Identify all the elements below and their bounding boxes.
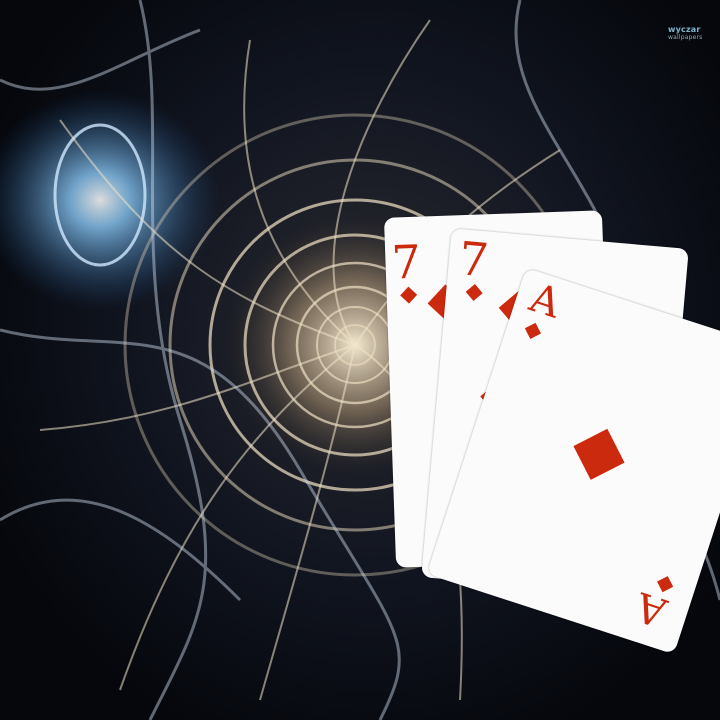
- card-rank: 7: [456, 231, 491, 288]
- wallpaper-watermark-logo: wyczar wallpapers: [668, 26, 703, 42]
- watermark-brand: wyczar: [668, 25, 701, 34]
- watermark-sub: wallpapers: [668, 34, 703, 41]
- card-rank: 7: [390, 234, 422, 290]
- wallpaper-scene: wyczar wallpapers 7 7 A A: [0, 0, 720, 720]
- diamond-suit-icon-center: [573, 428, 625, 480]
- diamond-suit-icon: [524, 322, 541, 339]
- card-rank: A: [524, 274, 566, 328]
- blue-light-orb: [0, 90, 220, 310]
- card-rank-inverted: A: [630, 582, 673, 636]
